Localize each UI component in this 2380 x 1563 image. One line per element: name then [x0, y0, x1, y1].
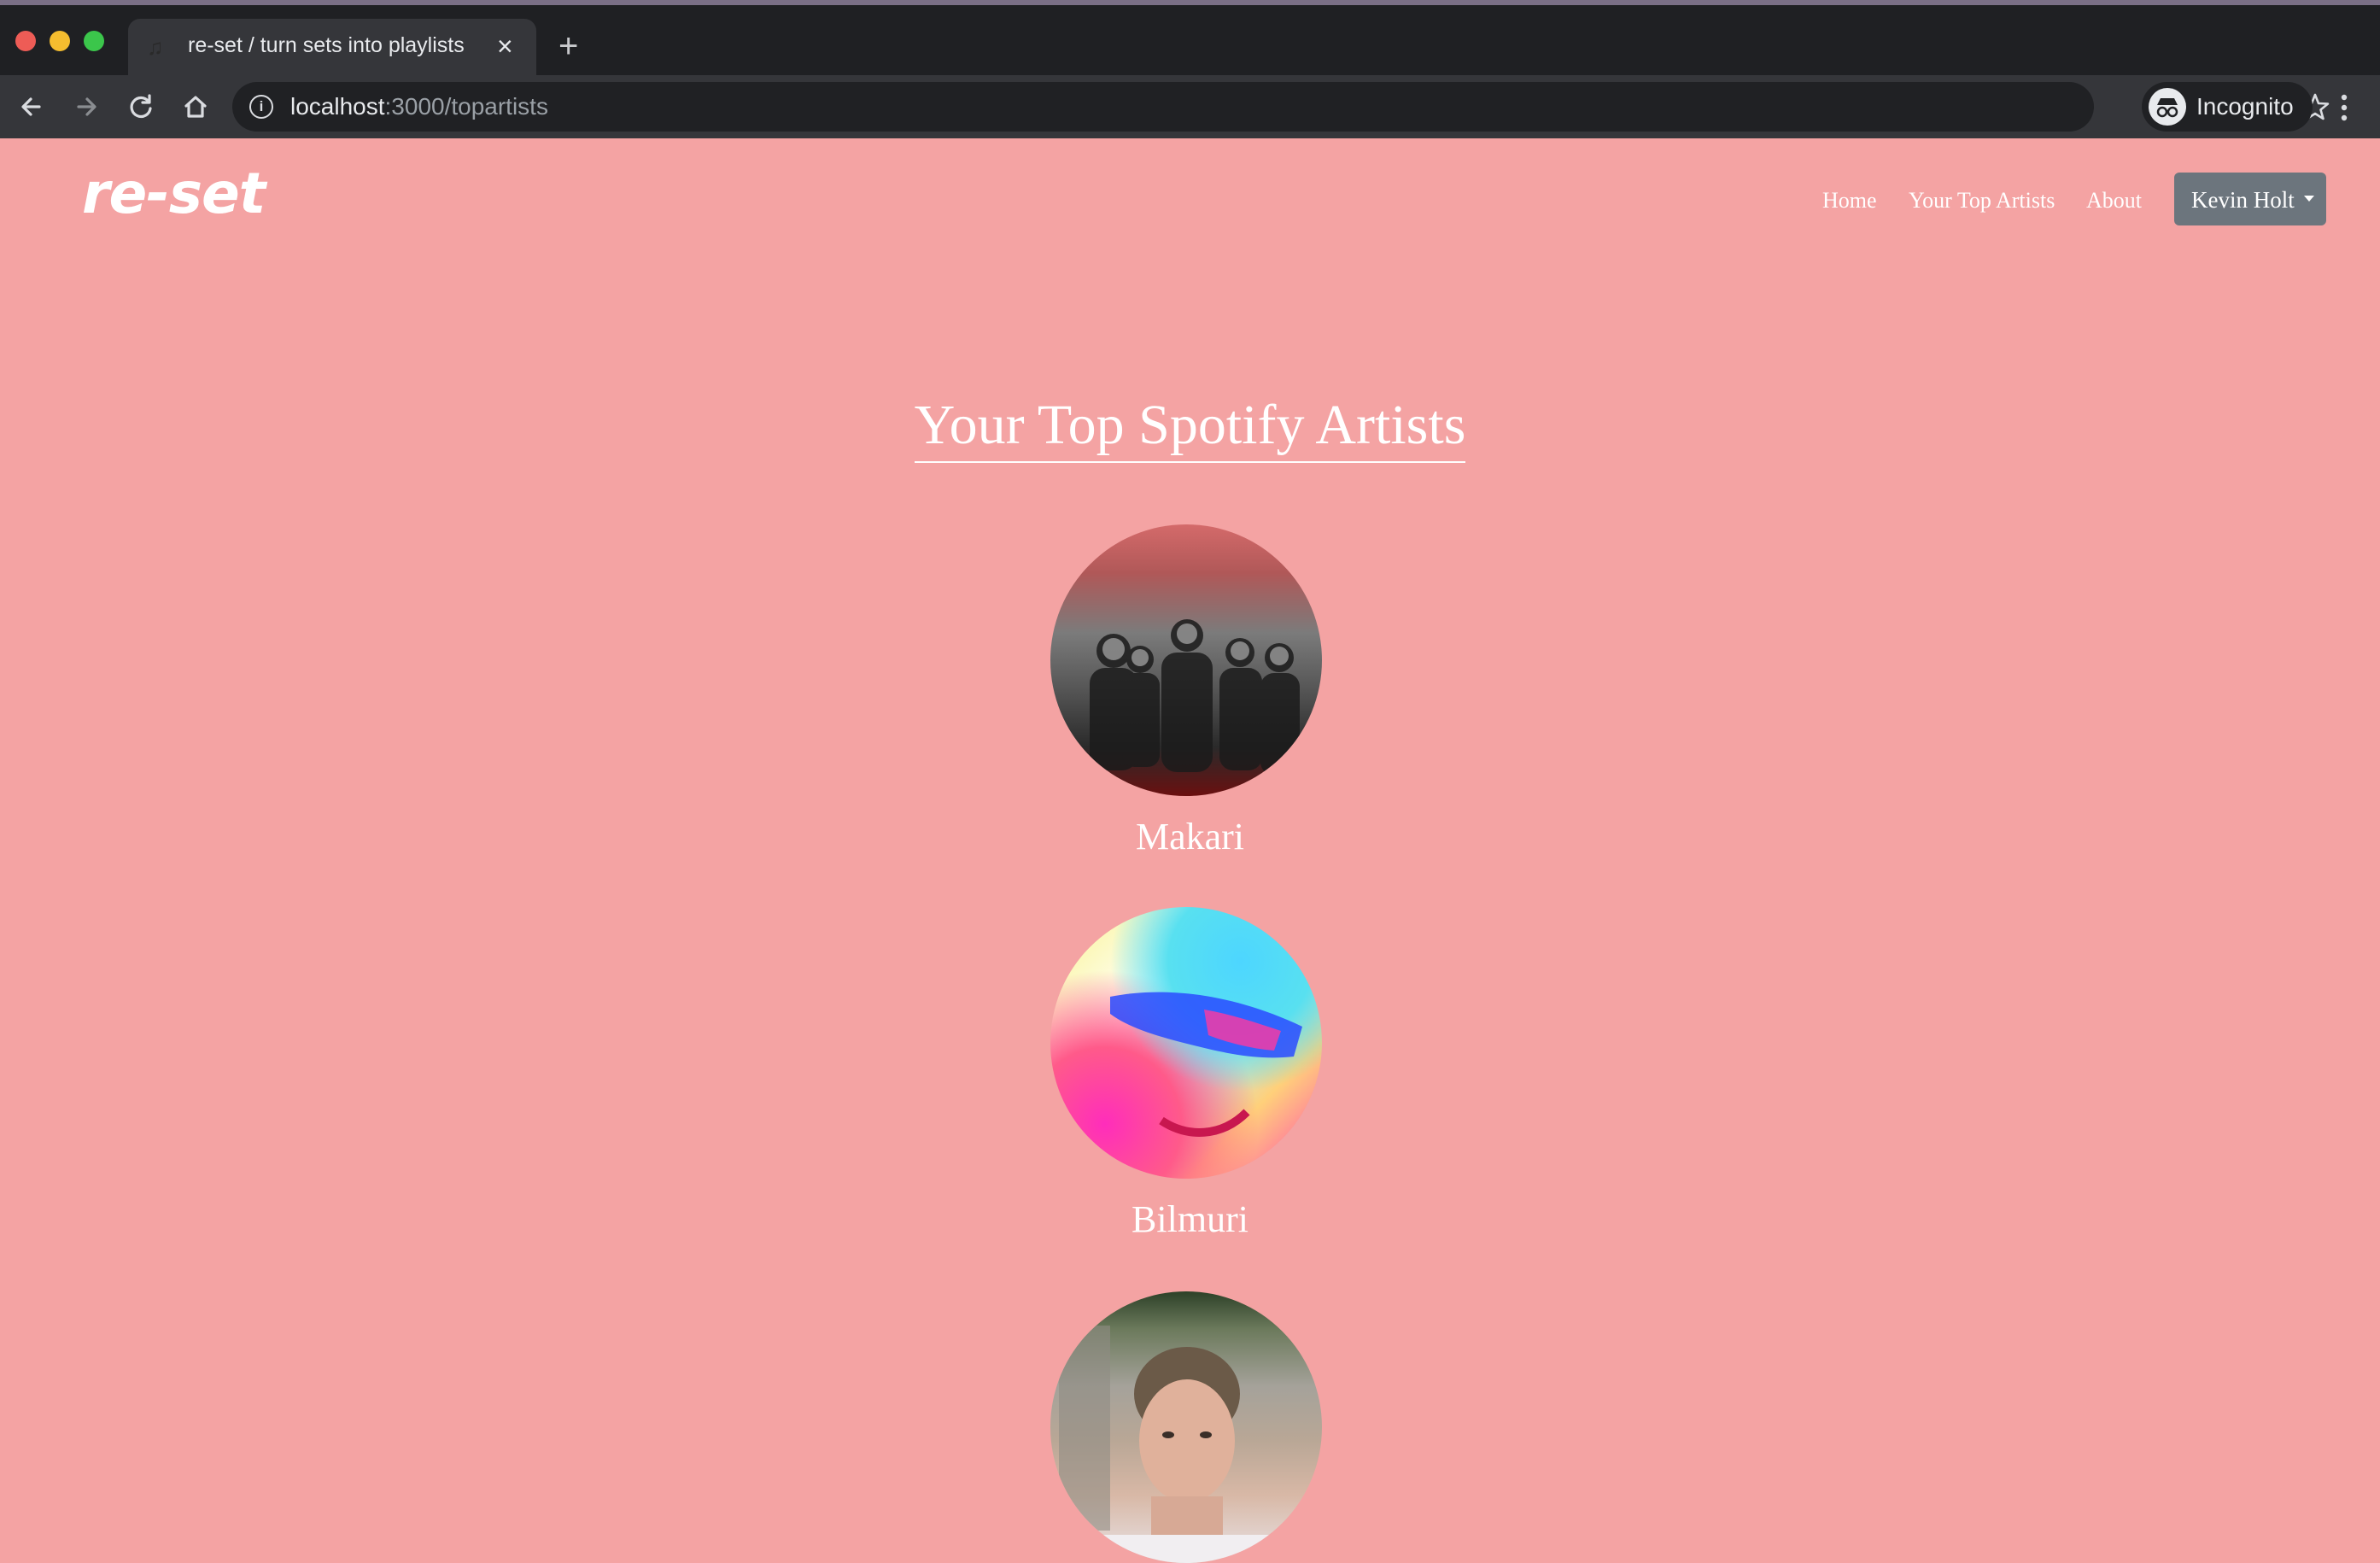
page-title: Your Top Spotify Artists: [0, 393, 2380, 463]
nav-link-top-artists[interactable]: Your Top Artists: [1909, 188, 2055, 214]
incognito-icon: [2149, 88, 2186, 126]
back-icon[interactable]: [12, 87, 51, 126]
music-note-icon: ♫: [147, 34, 164, 60]
browser-toolbar: i localhost:3000/topartists Incognito: [0, 75, 2380, 138]
tab-title: re-set / turn sets into playlists: [188, 33, 465, 57]
artist-image[interactable]: [1050, 1291, 1322, 1563]
close-tab-icon[interactable]: ×: [497, 31, 513, 61]
info-icon[interactable]: i: [249, 95, 273, 119]
caret-down-icon: [2304, 196, 2314, 202]
url-text[interactable]: localhost:3000/topartists: [290, 93, 548, 120]
incognito-label: Incognito: [2196, 93, 2294, 120]
home-icon[interactable]: [176, 87, 215, 126]
new-tab-icon[interactable]: +: [558, 29, 578, 63]
artist-image[interactable]: [1050, 907, 1322, 1179]
nav-link-home[interactable]: Home: [1822, 188, 1877, 214]
minimize-window-button[interactable]: [50, 31, 70, 51]
close-window-button[interactable]: [15, 31, 36, 51]
user-dropdown-button[interactable]: Kevin Holt: [2174, 173, 2326, 225]
maximize-window-button[interactable]: [84, 31, 104, 51]
artist-name[interactable]: Bilmuri: [0, 1197, 2380, 1241]
reload-icon[interactable]: [121, 87, 161, 126]
tab-strip: ♫ re-set / turn sets into playlists × +: [0, 5, 2380, 75]
artist-image[interactable]: [1050, 524, 1322, 796]
user-name: Kevin Holt: [2191, 187, 2295, 213]
browser-menu-icon[interactable]: [2331, 91, 2357, 125]
browser-tab[interactable]: ♫ re-set / turn sets into playlists ×: [128, 19, 536, 75]
artist-name[interactable]: Makari: [0, 815, 2380, 858]
nav-link-about[interactable]: About: [2086, 188, 2142, 214]
forward-icon[interactable]: [67, 87, 106, 126]
incognito-profile-button[interactable]: Incognito: [2142, 82, 2313, 132]
address-bar[interactable]: i localhost:3000/topartists: [232, 82, 2330, 132]
brand-logo[interactable]: re-set: [82, 161, 266, 226]
page-content: re-set Home Your Top Artists About Kevin…: [0, 138, 2380, 1563]
